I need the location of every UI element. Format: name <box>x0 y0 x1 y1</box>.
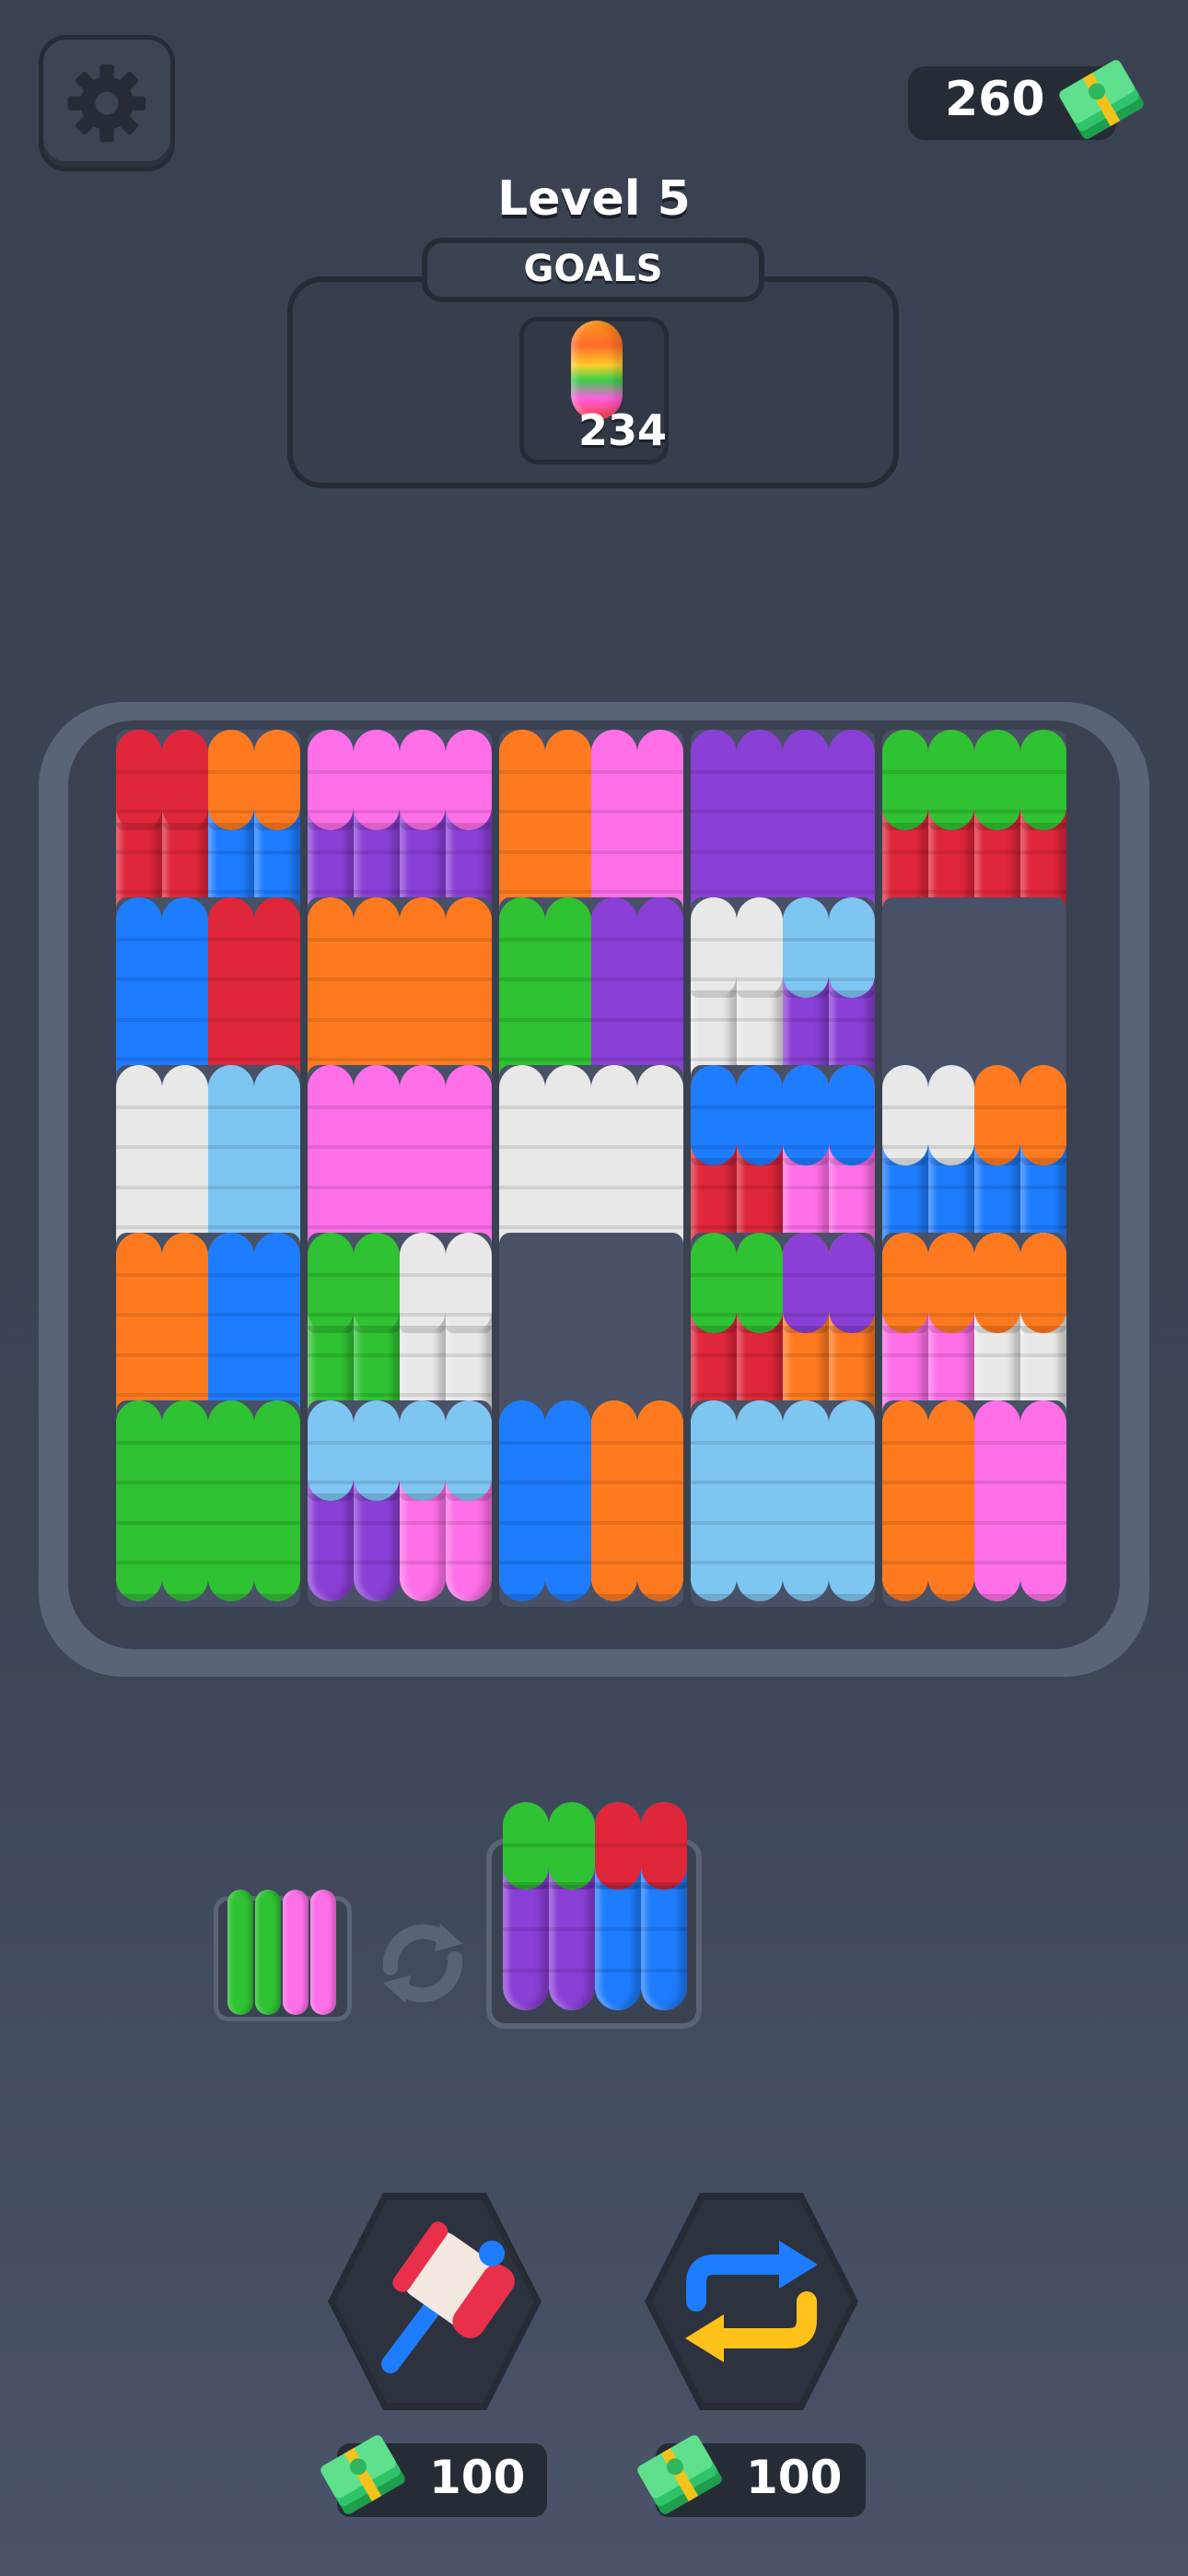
shuffle-arrows-icon <box>685 2241 818 2362</box>
tube <box>162 1400 208 1601</box>
tube <box>928 1400 974 1601</box>
cash-stack-icon <box>319 2429 407 2524</box>
swap-cycle-icon[interactable] <box>372 1913 473 2018</box>
tube <box>637 1400 683 1601</box>
tube <box>591 1400 637 1601</box>
tube <box>254 1400 300 1601</box>
tube <box>641 1802 687 2010</box>
money-value: 260 <box>945 72 1045 127</box>
settings-button[interactable] <box>39 35 175 171</box>
tube <box>829 1400 875 1601</box>
tube <box>783 1400 829 1601</box>
goal-count: 234 <box>578 405 668 455</box>
level-title: Level 5 <box>497 171 691 227</box>
board-cell[interactable] <box>691 1400 875 1607</box>
tube <box>208 1400 254 1601</box>
hammer-powerup-button[interactable] <box>317 2184 553 2419</box>
tube <box>691 1400 737 1601</box>
tube <box>116 1400 162 1601</box>
tube <box>227 1890 253 2015</box>
cash-stack-icon <box>635 2429 724 2524</box>
tray-piece-small[interactable] <box>214 1890 352 2021</box>
gear-icon <box>67 64 146 143</box>
board-cell[interactable] <box>499 1400 683 1607</box>
tube <box>283 1890 309 2015</box>
tube <box>737 1400 783 1601</box>
tube <box>545 1400 591 1601</box>
tube <box>354 1400 400 1601</box>
shuffle-price: 100 <box>746 2451 843 2504</box>
board-cell[interactable] <box>308 1400 492 1607</box>
tube <box>882 1400 928 1601</box>
goals-label: GOALS <box>422 238 764 302</box>
cash-stack-icon <box>1057 53 1146 149</box>
board-cell[interactable] <box>882 1400 1066 1607</box>
shuffle-powerup-button[interactable] <box>634 2184 869 2419</box>
tray-piece-large-tubes[interactable] <box>503 1802 687 2010</box>
board <box>68 720 1120 1649</box>
tube <box>503 1802 549 2010</box>
tube <box>310 1890 336 2015</box>
tube <box>974 1400 1020 1601</box>
tube <box>308 1400 354 1601</box>
tube <box>1020 1400 1066 1601</box>
tube <box>446 1400 492 1601</box>
board-cell[interactable] <box>116 1400 300 1607</box>
hammer-icon <box>381 2221 515 2373</box>
tube <box>549 1802 595 2010</box>
tube <box>255 1890 281 2015</box>
hammer-price: 100 <box>429 2451 526 2504</box>
tube <box>400 1400 446 1601</box>
tube <box>595 1802 641 2010</box>
tube <box>499 1400 545 1601</box>
